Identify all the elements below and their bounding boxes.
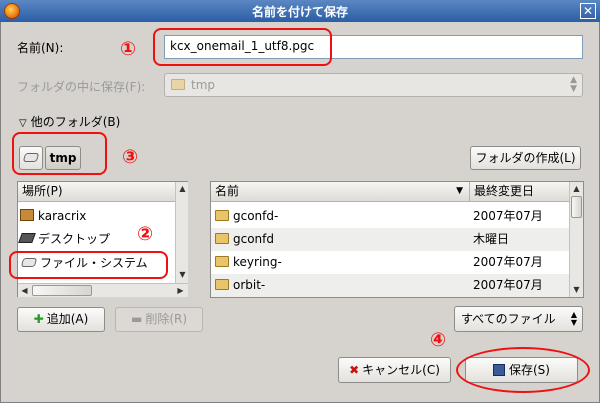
files-col-modified-header[interactable]: 最終変更日 <box>469 182 569 202</box>
file-modified: 2007年07月 <box>473 209 543 223</box>
updown-arrow-icon: ▲ ▼ <box>570 310 577 327</box>
scroll-up-icon[interactable]: ▲ <box>176 182 189 195</box>
remove-bookmark-label: 削除(R) <box>145 312 188 326</box>
annotation-number-4: ④ <box>430 329 447 351</box>
places-item-label: karacrix <box>38 209 87 223</box>
annotation-number-1: ① <box>120 38 137 60</box>
save-in-label: フォルダの中に保存(F): <box>17 80 146 94</box>
folder-icon <box>215 251 233 274</box>
file-modified: 2007年07月 <box>473 255 543 269</box>
cancel-label: キャンセル(C) <box>362 363 440 377</box>
file-row[interactable]: orbit- 2007年07月 <box>211 274 569 297</box>
save-in-value: tmp <box>191 78 216 92</box>
files-vscrollbar[interactable]: ▲ ▼ <box>569 182 583 297</box>
sort-desc-icon: ▼ <box>456 186 463 196</box>
places-vscrollbar[interactable]: ▲ ▼ <box>175 182 188 283</box>
file-filter-value: すべてのファイル <box>461 312 556 326</box>
triangle-down-icon: ▽ <box>19 118 27 129</box>
plus-icon: ✚ <box>33 312 44 326</box>
file-row[interactable]: keyring- 2007年07月 <box>211 251 569 274</box>
file-modified: 2007年07月 <box>473 278 543 292</box>
add-bookmark-label: 追加(A) <box>46 312 89 326</box>
col-name-label: 名前 <box>215 184 240 198</box>
places-header[interactable]: 場所(P) <box>18 182 175 202</box>
create-folder-button[interactable]: フォルダの作成(L) <box>470 146 581 170</box>
scroll-down-icon[interactable]: ▼ <box>176 268 189 281</box>
folder-icon <box>215 274 233 297</box>
home-icon <box>20 209 34 221</box>
minus-icon: ▬ <box>130 312 143 326</box>
file-row[interactable]: gconfd- 2007年07月 <box>211 205 569 228</box>
scroll-down-icon[interactable]: ▼ <box>570 283 583 296</box>
scroll-thumb[interactable] <box>32 285 92 296</box>
other-folders-label: 他のフォルダ(B) <box>30 115 121 129</box>
scroll-left-icon[interactable]: ◀ <box>18 284 31 297</box>
scroll-right-icon[interactable]: ▶ <box>174 284 187 297</box>
file-name: keyring- <box>233 255 282 269</box>
annotation-number-3: ③ <box>122 146 139 168</box>
annotation-box-3 <box>12 132 107 175</box>
annotation-number-2: ② <box>137 223 154 245</box>
desktop-icon <box>18 233 36 243</box>
updown-arrow-icon: ▲ ▼ <box>570 75 577 94</box>
places-item-label: デスクトップ <box>38 232 111 246</box>
folder-icon <box>215 228 233 251</box>
annotation-box-1 <box>153 28 332 66</box>
other-folders-expander[interactable]: ▽ 他のフォルダ(B) <box>19 113 120 130</box>
files-col-name-header[interactable]: 名前 ▼ <box>211 182 469 202</box>
file-name: gconfd- <box>233 209 279 223</box>
file-modified: 木曜日 <box>473 232 510 246</box>
cancel-icon: ✖ <box>349 363 360 377</box>
save-in-folder-icon <box>171 78 189 92</box>
folder-icon <box>215 205 233 228</box>
save-in-combo[interactable]: tmp ▲ ▼ <box>164 73 583 97</box>
title-bar: 名前を付けて保存 ✕ <box>0 0 600 22</box>
scroll-up-icon[interactable]: ▲ <box>570 182 583 195</box>
dialog-body: 名前(N): kcx_onemail_1_utf8.pgc フォルダの中に保存(… <box>0 22 600 403</box>
remove-bookmark-button[interactable]: ▬ 削除(R) <box>115 307 203 332</box>
file-name: orbit- <box>233 278 266 292</box>
add-bookmark-button[interactable]: ✚ 追加(A) <box>17 307 105 332</box>
annotation-ellipse-4 <box>456 347 590 393</box>
file-row[interactable]: gconfd 木曜日 <box>211 228 569 251</box>
files-panel: 名前 ▼ 最終変更日 gconfd- 2007年07月 gconfd 木曜日 k… <box>210 181 584 298</box>
places-hscrollbar[interactable]: ◀ ▶ <box>18 283 188 297</box>
window-title: 名前を付けて保存 <box>251 5 348 19</box>
file-filter-combo[interactable]: すべてのファイル ▲ ▼ <box>454 306 583 332</box>
places-panel: 場所(P) karacrix デスクトップ ファイル・システム ▲ ▼ ◀ ▶ <box>17 181 188 297</box>
close-button[interactable]: ✕ <box>580 3 596 19</box>
cancel-button[interactable]: ✖ キャンセル(C) <box>338 357 451 383</box>
scroll-thumb[interactable] <box>571 196 582 218</box>
name-label: 名前(N): <box>17 41 64 55</box>
file-name: gconfd <box>233 232 275 246</box>
annotation-box-2 <box>9 251 168 279</box>
